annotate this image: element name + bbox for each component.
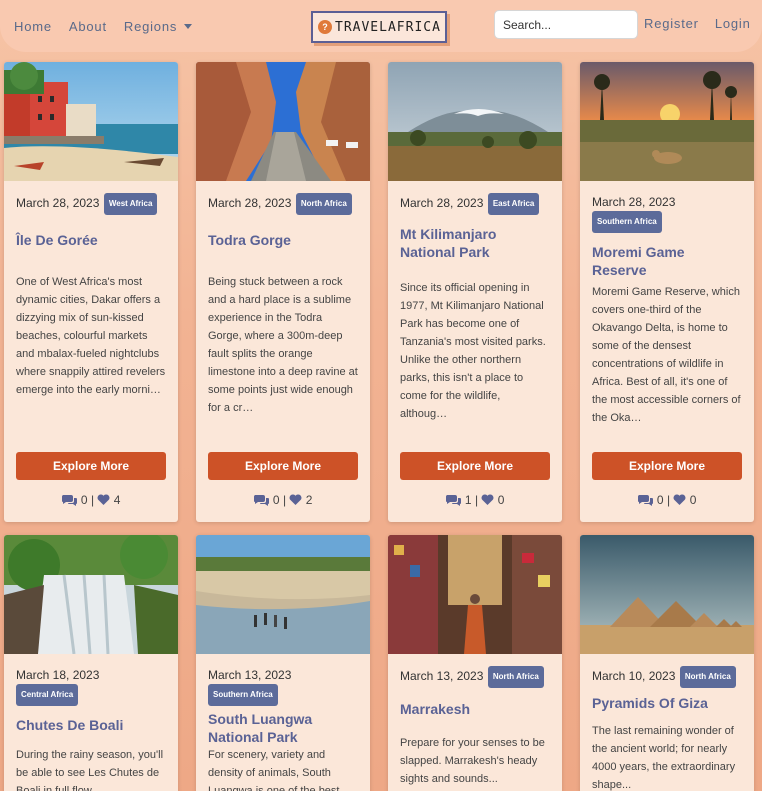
card-description: For scenery, variety and density of anim… bbox=[208, 749, 340, 791]
nav-left: Home About Regions bbox=[14, 19, 209, 34]
region-badge[interactable]: North Africa bbox=[679, 666, 736, 688]
card-body: March 13, 2023 North Africa Marrakesh Pr… bbox=[388, 654, 562, 788]
post-date: March 13, 2023 bbox=[208, 668, 292, 682]
region-badge[interactable]: East Africa bbox=[487, 193, 540, 215]
site-logo[interactable]: ? TRAVELAFRICA bbox=[311, 11, 447, 43]
destination-card: March 10, 2023 North Africa Pyramids Of … bbox=[580, 535, 754, 791]
card-body: March 28, 2023 Southern Africa Moremi Gam… bbox=[580, 181, 754, 427]
post-date: March 28, 2023 bbox=[208, 196, 292, 210]
card-body: March 28, 2023 West Africa Île De Gorée … bbox=[4, 181, 178, 399]
comments-count: 0 bbox=[80, 493, 88, 507]
card-body: March 28, 2023 East Africa Mt Kilimanjar… bbox=[388, 181, 562, 423]
africa-globe-icon: ? bbox=[318, 20, 332, 34]
comments-icon bbox=[253, 495, 269, 506]
region-badge[interactable]: North Africa bbox=[295, 193, 352, 215]
card-title[interactable]: Île De Gorée bbox=[16, 231, 166, 267]
likes-count: 4 bbox=[113, 493, 121, 507]
card-description: Moremi Game Reserve, which covers one-th… bbox=[592, 286, 741, 424]
nav-right: Register Login bbox=[644, 16, 751, 31]
region-badge[interactable]: West Africa bbox=[103, 193, 158, 215]
card-image[interactable] bbox=[388, 62, 562, 181]
region-badge[interactable]: Southern Africa bbox=[208, 684, 278, 706]
stats-separator: | bbox=[666, 493, 671, 507]
comments-count: 0 bbox=[272, 493, 280, 507]
explore-more-button[interactable]: Explore More bbox=[592, 452, 742, 480]
region-badge[interactable]: North Africa bbox=[487, 666, 544, 688]
heart-icon[interactable] bbox=[481, 494, 494, 506]
card-title[interactable]: Todra Gorge bbox=[208, 231, 358, 267]
card-stats: 0 | 4 bbox=[4, 493, 178, 507]
comments-count: 1 bbox=[464, 493, 472, 507]
card-description: During the rainy season, you'll be able … bbox=[16, 749, 164, 791]
comments-count: 0 bbox=[656, 493, 664, 507]
card-body: March 10, 2023 North Africa Pyramids Of … bbox=[580, 654, 754, 791]
card-description: Being stuck between a rock and a hard pl… bbox=[208, 276, 358, 414]
card-description: The last remaining wonder of the ancient… bbox=[592, 725, 736, 791]
card-image[interactable] bbox=[4, 62, 178, 181]
region-badge[interactable]: Central Africa bbox=[16, 684, 79, 706]
stats-separator: | bbox=[282, 493, 287, 507]
post-date: March 13, 2023 bbox=[400, 669, 484, 683]
nav-home-link[interactable]: Home bbox=[14, 19, 52, 34]
stats-separator: | bbox=[474, 493, 479, 507]
card-stats: 0 | 0 bbox=[580, 493, 754, 507]
post-date: March 18, 2023 bbox=[16, 668, 100, 682]
card-image[interactable] bbox=[196, 62, 370, 181]
card-title[interactable]: Chutes De Boali bbox=[16, 716, 166, 742]
destination-card: March 18, 2023 Central Africa Chutes De B… bbox=[4, 535, 178, 791]
card-image[interactable] bbox=[388, 535, 562, 654]
comments-icon bbox=[61, 495, 77, 506]
post-date: March 28, 2023 bbox=[16, 196, 100, 210]
heart-icon[interactable] bbox=[673, 494, 686, 506]
card-title[interactable]: Marrakesh bbox=[400, 700, 550, 718]
destination-card: March 28, 2023 Southern Africa Moremi Gam… bbox=[580, 62, 754, 522]
comments-icon bbox=[637, 495, 653, 506]
destination-card: March 28, 2023 West Africa Île De Gorée … bbox=[4, 62, 178, 522]
card-body: March 13, 2023 Southern Africa South Luan… bbox=[196, 654, 370, 791]
card-title[interactable]: Moremi Game Reserve bbox=[592, 243, 742, 279]
card-image[interactable] bbox=[580, 62, 754, 181]
register-link[interactable]: Register bbox=[644, 16, 699, 31]
post-date: March 28, 2023 bbox=[592, 195, 676, 209]
explore-more-button[interactable]: Explore More bbox=[16, 452, 166, 480]
comments-icon bbox=[445, 495, 461, 506]
logo-text: TRAVELAFRICA bbox=[335, 19, 441, 35]
likes-count: 2 bbox=[305, 493, 313, 507]
destination-card: March 13, 2023 Southern Africa South Luan… bbox=[196, 535, 370, 791]
region-badge[interactable]: Southern Africa bbox=[592, 211, 662, 233]
likes-count: 0 bbox=[497, 493, 505, 507]
heart-icon[interactable] bbox=[97, 494, 110, 506]
card-image[interactable] bbox=[580, 535, 754, 654]
card-description: Since its official opening in 1977, Mt K… bbox=[400, 282, 546, 420]
card-image[interactable] bbox=[196, 535, 370, 654]
card-stats: 0 | 2 bbox=[196, 493, 370, 507]
search-input[interactable] bbox=[494, 10, 638, 39]
likes-count: 0 bbox=[689, 493, 697, 507]
explore-more-button[interactable]: Explore More bbox=[208, 452, 358, 480]
card-title[interactable]: Mt Kilimanjaro National Park bbox=[400, 225, 550, 261]
explore-more-button[interactable]: Explore More bbox=[400, 452, 550, 480]
nav-regions-dropdown[interactable]: Regions bbox=[123, 19, 193, 34]
card-title[interactable]: South Luangwa National Park bbox=[208, 710, 358, 746]
card-image[interactable] bbox=[4, 535, 178, 654]
nav-about-link[interactable]: About bbox=[69, 19, 107, 34]
destination-card: March 28, 2023 North Africa Todra Gorge … bbox=[196, 62, 370, 522]
card-description: One of West Africa's most dynamic cities… bbox=[16, 276, 166, 396]
card-body: March 18, 2023 Central Africa Chutes De B… bbox=[4, 654, 178, 791]
destination-card: March 13, 2023 North Africa Marrakesh Pr… bbox=[388, 535, 562, 791]
nav-regions-label: Regions bbox=[123, 19, 178, 34]
card-title[interactable]: Pyramids Of Giza bbox=[592, 694, 742, 712]
post-date: March 10, 2023 bbox=[592, 669, 676, 683]
post-date: March 28, 2023 bbox=[400, 196, 484, 210]
navbar: Home About Regions ? TRAVELAFRICA Regist… bbox=[0, 0, 762, 52]
heart-icon[interactable] bbox=[289, 494, 302, 506]
card-description: Prepare for your senses to be slapped. M… bbox=[400, 737, 545, 785]
destination-card: March 28, 2023 East Africa Mt Kilimanjar… bbox=[388, 62, 562, 522]
login-link[interactable]: Login bbox=[715, 16, 751, 31]
card-body: March 28, 2023 North Africa Todra Gorge … bbox=[196, 181, 370, 417]
stats-separator: | bbox=[90, 493, 95, 507]
card-stats: 1 | 0 bbox=[388, 493, 562, 507]
caret-down-icon bbox=[184, 24, 193, 29]
